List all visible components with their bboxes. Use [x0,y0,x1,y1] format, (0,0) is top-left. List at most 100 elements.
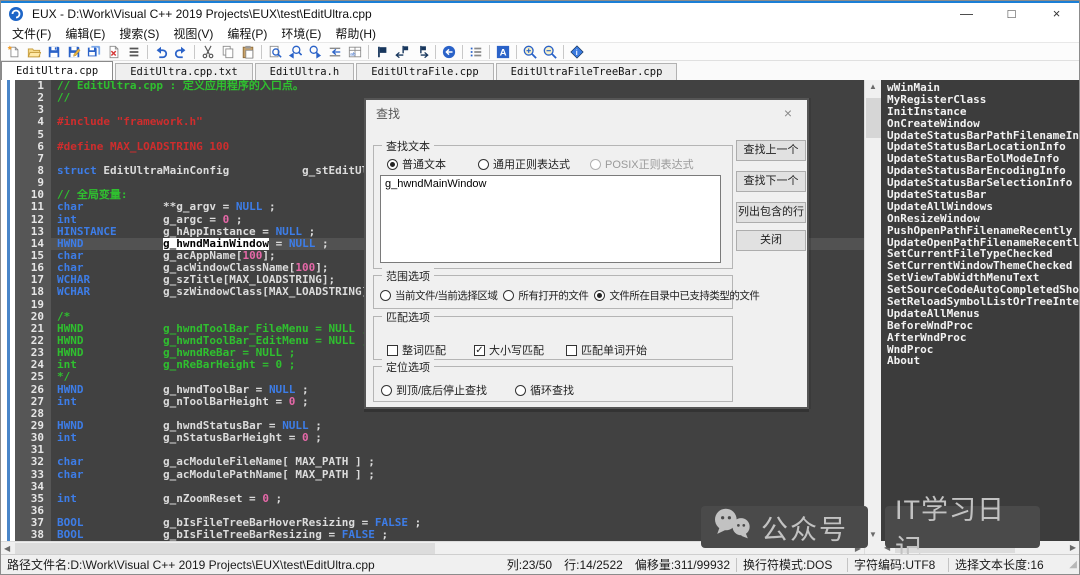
symbol-item[interactable]: SetSourceCodeAutoCompletedShowAf [887,284,1079,296]
scroll-right-icon[interactable]: ▶ [1070,541,1076,554]
code-line-29[interactable]: 29HWND g_hwndStatusBar = NULL ; [1,420,864,432]
radio-stop-at-end[interactable] [381,385,392,396]
symbol-item[interactable]: InitInstance [887,106,1079,118]
save-icon[interactable] [44,43,64,60]
symbol-item[interactable]: wWinMain [887,82,1079,94]
symbol-item[interactable]: OnCreateWindow [887,118,1079,130]
save-all-icon[interactable] [84,43,104,60]
menu-item-3[interactable]: 视图(V) [166,25,220,42]
symbol-item[interactable]: UpdateStatusBarEncodingInfo [887,165,1079,177]
code-line-28[interactable]: 28 [1,408,864,420]
syntax-color-icon[interactable]: A [493,43,513,60]
cut-icon[interactable] [198,43,218,60]
new-file-icon[interactable] [4,43,24,60]
symbol-item[interactable]: UpdateAllWindows [887,201,1079,213]
radio-scope-directory-label[interactable]: 文件所在目录中已支持类型的文件 [609,288,759,303]
symbol-item[interactable]: MyRegisterClass [887,94,1079,106]
radio-wrap-search-label[interactable]: 循环查找 [530,382,574,398]
checkbox-word-start[interactable] [566,345,577,356]
open-file-icon[interactable] [24,43,44,60]
save-as-icon[interactable] [64,43,84,60]
code-line-30[interactable]: 30int g_nStatusBarHeight = 0 ; [1,432,864,444]
symbol-item[interactable]: WndProc [887,344,1079,356]
symbol-item[interactable]: UpdateOpenPathFilenameRecently [887,237,1079,249]
scroll-right-icon[interactable]: ▶ [855,542,861,554]
close-button[interactable]: × [1034,3,1079,25]
checkbox-match-case-label[interactable]: 大小写匹配 [489,342,544,358]
menu-item-2[interactable]: 搜索(S) [112,25,166,42]
radio-wrap-search[interactable] [515,385,526,396]
menu-item-0[interactable]: 文件(F) [5,25,58,42]
radio-normal-text-label[interactable]: 普通文本 [402,156,446,172]
symbol-item[interactable]: PushOpenPathFilenameRecently [887,225,1079,237]
symbol-list-hscrollbar[interactable]: ◀ ▶ [881,541,1079,554]
find-dialog-titlebar[interactable]: 查找 × [366,100,807,126]
tab-EditUltra.cpp.txt[interactable]: EditUltra.cpp.txt [115,63,252,80]
about-icon[interactable]: i [567,43,587,60]
radio-regex[interactable] [478,159,489,170]
code-line-31[interactable]: 31 [1,444,864,456]
zoom-out-icon[interactable] [540,43,560,60]
list-lines-button[interactable]: 列出包含的行 [736,202,806,223]
goto-icon[interactable] [325,43,345,60]
bookmark-next-icon[interactable] [412,43,432,60]
replace-in-files-icon[interactable]: ab [345,43,365,60]
radio-scope-open[interactable] [503,290,514,301]
find-prev-button[interactable]: 查找上一个 [736,140,806,161]
tab-EditUltraFile.cpp[interactable]: EditUltraFile.cpp [356,63,493,80]
checkbox-match-case[interactable]: ✓ [474,345,485,356]
vscroll-thumb[interactable] [866,98,881,138]
code-line-36[interactable]: 36 [1,505,864,517]
scroll-down-icon[interactable]: ▼ [865,530,881,539]
bookmark-prev-icon[interactable] [392,43,412,60]
find-next-button[interactable]: 查找下一个 [736,171,806,192]
menu-item-1[interactable]: 编辑(E) [58,25,112,42]
symbol-item[interactable]: UpdateStatusBarSelectionInfo [887,177,1079,189]
editor-vscrollbar[interactable]: ▲ ▼ [864,80,881,554]
symbol-item[interactable]: UpdateStatusBarPathFilenameInfo [887,130,1079,142]
checkbox-whole-word-label[interactable]: 整词匹配 [402,342,446,358]
menu-item-6[interactable]: 帮助(H) [328,25,383,42]
find-next-icon[interactable] [305,43,325,60]
paste-icon[interactable] [238,43,258,60]
symbol-list[interactable]: wWinMainMyRegisterClassInitInstanceOnCre… [881,80,1079,541]
symbol-item[interactable]: SetCurrentFileTypeChecked [887,248,1079,260]
tab-EditUltraFileTreeBar.cpp[interactable]: EditUltraFileTreeBar.cpp [496,63,678,80]
scroll-up-icon[interactable]: ▲ [865,82,881,91]
hscroll-thumb[interactable] [15,543,435,554]
close-file-icon[interactable] [104,43,124,60]
symbol-item[interactable]: About [887,355,1079,367]
search-input[interactable]: g_hwndMainWindow [380,175,721,263]
symbol-item[interactable]: UpdateAllMenus [887,308,1079,320]
symbol-item[interactable]: AfterWndProc [887,332,1079,344]
checkbox-whole-word[interactable] [387,345,398,356]
code-line-1[interactable]: 1// EditUltra.cpp : 定义应用程序的入口点。 [1,80,864,92]
editor-hscrollbar[interactable]: ◀ ▶ [1,541,864,554]
scroll-left-icon[interactable]: ◀ [4,542,10,554]
copy-icon[interactable] [218,43,238,60]
code-line-33[interactable]: 33char g_acModulePathName[ MAX_PATH ] ; [1,469,864,481]
tab-EditUltra.cpp[interactable]: EditUltra.cpp [1,61,113,80]
undo-icon[interactable] [151,43,171,60]
hscroll-thumb[interactable] [895,542,1015,553]
radio-scope-current[interactable] [380,290,391,301]
symbol-item[interactable]: SetCurrentWindowThemeChecked [887,260,1079,272]
symbol-item[interactable]: OnResizeWindow [887,213,1079,225]
find-prev-icon[interactable] [285,43,305,60]
symbol-item[interactable]: SetReloadSymbolListOrTreeInterva [887,296,1079,308]
find-icon[interactable] [265,43,285,60]
radio-scope-current-label[interactable]: 当前文件/当前选择区域 [395,288,497,303]
tab-EditUltra.h[interactable]: EditUltra.h [255,63,355,80]
menu-item-5[interactable]: 环境(E) [274,25,328,42]
symbol-item[interactable]: SetViewTabWidthMenuText [887,272,1079,284]
menu-item-4[interactable]: 编程(P) [220,25,274,42]
scroll-left-icon[interactable]: ◀ [884,541,890,554]
radio-regex-label[interactable]: 通用正则表达式 [493,156,570,172]
symbol-item[interactable]: UpdateStatusBarEolModeInfo [887,153,1079,165]
code-line-32[interactable]: 32char g_acModuleFileName[ MAX_PATH ] ; [1,456,864,468]
radio-stop-at-end-label[interactable]: 到顶/底后停止查找 [396,382,487,398]
task-list-icon[interactable] [466,43,486,60]
minimize-button[interactable]: — [944,3,989,25]
symbol-item[interactable]: BeforeWndProc [887,320,1079,332]
bookmark-icon[interactable] [372,43,392,60]
